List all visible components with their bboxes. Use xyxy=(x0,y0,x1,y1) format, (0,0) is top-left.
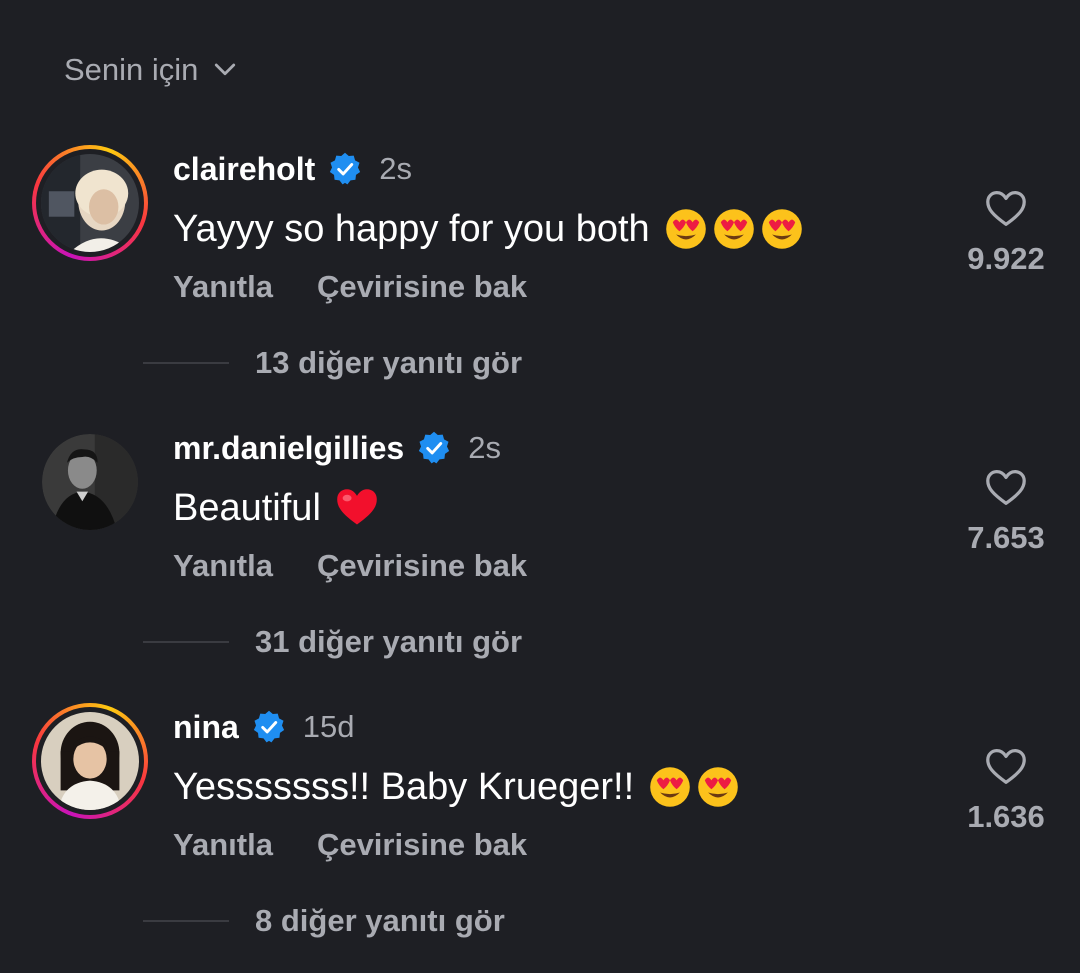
view-replies-label: 31 diğer yanıtı gör xyxy=(255,624,523,659)
view-replies-label: 8 diğer yanıtı gör xyxy=(255,903,505,938)
avatar-image xyxy=(41,154,139,252)
comment-actions: Yanıtla Çevirisine bak xyxy=(173,269,527,305)
username[interactable]: claireholt xyxy=(173,151,315,188)
view-replies-button[interactable]: 8 diğer yanıtı gör xyxy=(143,903,505,939)
emoji-group xyxy=(648,765,740,809)
avatar-image xyxy=(41,712,139,810)
emoji-group xyxy=(664,207,804,251)
comment-body: Yayyy so happy for you both xyxy=(173,207,650,250)
heart-eyes-emoji-icon xyxy=(698,767,738,807)
timestamp: 15d xyxy=(302,709,355,744)
comment-item: nina 15d Yesssssss!! Baby Krueger!! Yanı… xyxy=(0,703,1080,973)
comment-body: Beautiful xyxy=(173,486,321,529)
view-replies-button[interactable]: 31 diğer yanıtı gör xyxy=(143,624,522,660)
heart-icon[interactable] xyxy=(983,464,1029,510)
heart-eyes-emoji-icon xyxy=(665,209,706,249)
username[interactable]: mr.danielgillies xyxy=(173,430,404,467)
comment-body: Yesssssss!! Baby Krueger!! xyxy=(173,765,635,808)
like-control: 9.922 xyxy=(940,185,1072,277)
comment-header: nina 15d xyxy=(173,707,355,747)
timestamp: 2s xyxy=(379,151,413,186)
heart-icon[interactable] xyxy=(983,743,1029,789)
comment-actions: Yanıtla Çevirisine bak xyxy=(173,827,527,863)
comment-header: claireholt 2s xyxy=(173,149,412,189)
divider-line xyxy=(143,920,229,922)
comment-text: Yayyy so happy for you both xyxy=(173,207,804,251)
avatar[interactable] xyxy=(42,434,138,530)
reply-button[interactable]: Yanıtla xyxy=(173,827,273,863)
reply-button[interactable]: Yanıtla xyxy=(173,548,273,584)
avatar[interactable] xyxy=(32,145,148,261)
divider-line xyxy=(143,641,229,643)
like-count: 9.922 xyxy=(967,241,1045,276)
like-control: 1.636 xyxy=(940,743,1072,835)
avatar[interactable] xyxy=(32,703,148,819)
heart-eyes-emoji-icon xyxy=(761,209,802,249)
emoji-group xyxy=(335,486,379,530)
like-count: 1.636 xyxy=(967,799,1045,834)
comment-header: mr.danielgillies 2s xyxy=(173,428,501,468)
sort-dropdown[interactable]: Senin için xyxy=(64,52,240,88)
comment-text: Yesssssss!! Baby Krueger!! xyxy=(173,765,740,809)
view-replies-button[interactable]: 13 diğer yanıtı gör xyxy=(143,345,522,381)
heart-icon[interactable] xyxy=(983,185,1029,231)
like-control: 7.653 xyxy=(940,464,1072,556)
comment-actions: Yanıtla Çevirisine bak xyxy=(173,548,527,584)
translate-button[interactable]: Çevirisine bak xyxy=(317,827,527,863)
heart-eyes-emoji-icon xyxy=(650,767,690,807)
timestamp: 2s xyxy=(468,430,501,465)
divider-line xyxy=(143,362,229,364)
translate-button[interactable]: Çevirisine bak xyxy=(317,269,527,305)
verified-badge-icon xyxy=(419,431,450,464)
view-replies-label: 13 diğer yanıtı gör xyxy=(255,345,523,380)
chevron-down-icon xyxy=(215,63,236,76)
translate-button[interactable]: Çevirisine bak xyxy=(317,548,527,584)
verified-badge-icon xyxy=(253,710,284,743)
sort-label: Senin için xyxy=(64,52,199,87)
reply-button[interactable]: Yanıtla xyxy=(173,269,273,305)
comment-item: mr.danielgillies 2s Beautiful Yanıtla Çe… xyxy=(0,424,1080,694)
avatar-image xyxy=(42,434,138,530)
red-heart-emoji-icon xyxy=(337,489,377,525)
like-count: 7.653 xyxy=(967,520,1045,555)
verified-badge-icon xyxy=(330,152,361,185)
comment-text: Beautiful xyxy=(173,486,379,530)
heart-eyes-emoji-icon xyxy=(713,209,754,249)
comment-item: claireholt 2s Yayyy so happy for you bot… xyxy=(0,145,1080,415)
username[interactable]: nina xyxy=(173,709,239,746)
